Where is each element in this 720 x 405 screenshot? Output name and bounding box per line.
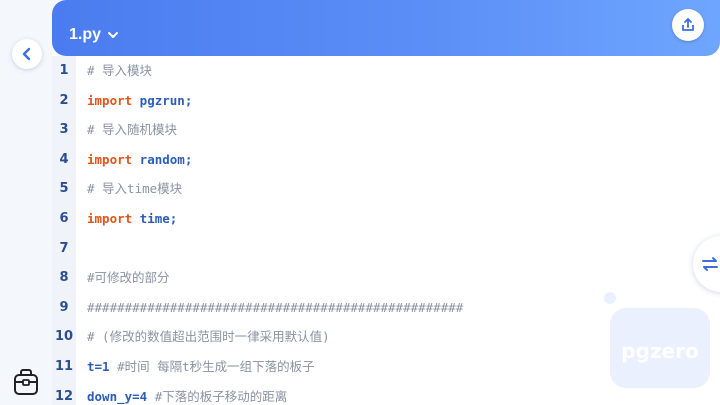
code-text: import pgzrun; (87, 89, 192, 113)
code-comment: # (修改的数值超出范围时一律采用默认值) (87, 329, 330, 345)
line-number: 10 (54, 329, 74, 345)
code-comment: #下落的板子移动的距离 (147, 388, 288, 404)
code-line[interactable]: 1 # 导入模块 (52, 59, 712, 83)
left-rail (0, 0, 52, 405)
editor-header: 1.py (52, 0, 720, 56)
chevron-left-icon (22, 47, 31, 61)
bag-button[interactable] (11, 366, 41, 398)
code-identifier: random; (132, 151, 193, 167)
code-text: # 导入time模块 (87, 177, 182, 201)
code-comment: #可修改的部分 (87, 270, 170, 286)
line-number: 3 (59, 122, 69, 138)
line-number: 4 (59, 151, 69, 167)
code-comment: # 导入模块 (87, 63, 153, 78)
code-text: import time; (87, 207, 177, 231)
file-name: 1.py (69, 26, 102, 43)
code-text: import random; (87, 148, 192, 172)
line-number: 12 (54, 388, 74, 404)
code-comment: #时间 每隔t秒生成一组下落的板子 (109, 359, 315, 374)
code-identifier: down_y=4 (87, 388, 148, 404)
code-text: down_y=4 #下落的板子移动的距离 (87, 385, 287, 405)
code-keyword: import (87, 211, 133, 226)
line-number: 1 (59, 63, 69, 78)
share-icon (682, 18, 694, 31)
line-number: 8 (59, 270, 69, 286)
line-number: 2 (59, 92, 69, 108)
swap-arrows-icon (702, 257, 718, 271)
code-comment: # 导入随机模块 (87, 122, 178, 138)
back-button[interactable] (12, 39, 42, 69)
code-line[interactable]: 8 #可修改的部分 (52, 266, 712, 290)
watermark-text: pgzero (621, 339, 698, 363)
line-number: 6 (59, 211, 69, 226)
file-selector[interactable]: 1.py (69, 24, 119, 46)
code-identifier: pgzrun; (132, 92, 193, 108)
code-line[interactable]: 2 import pgzrun; (52, 89, 712, 113)
line-number: 11 (54, 359, 74, 374)
code-text: t=1 #时间 每隔t秒生成一组下落的板子 (87, 355, 315, 379)
code-keyword: import (87, 92, 133, 108)
code-comment: # 导入time模块 (87, 181, 183, 197)
code-line[interactable]: 6 import time; (52, 207, 712, 231)
code-identifier: time; (132, 211, 178, 226)
code-line[interactable]: 3 # 导入随机模块 (52, 118, 712, 142)
code-identifier: t=1 (87, 359, 110, 374)
bag-icon (14, 369, 38, 395)
line-number: 7 (59, 240, 69, 256)
code-line[interactable]: 4 import random; (52, 148, 712, 172)
code-line[interactable]: 5 # 导入time模块 (52, 177, 712, 201)
code-editor: 1.py 1 # 导入模块 2 import pgzrun; 3 # 导入随机模块 4 imp… (52, 0, 720, 405)
line-number: 9 (59, 299, 69, 315)
code-keyword: import (87, 151, 133, 167)
pgzero-watermark: pgzero (604, 292, 710, 388)
code-line[interactable]: 7 (52, 237, 712, 261)
share-button[interactable] (672, 9, 704, 41)
code-text: ########################################… (87, 296, 463, 320)
code-text: # 导入随机模块 (87, 118, 177, 142)
line-number: 5 (59, 181, 69, 197)
code-text: # (修改的数值超出范围时一律采用默认值) (87, 325, 330, 349)
chevron-down-icon (108, 32, 119, 38)
code-comment: ########################################… (87, 299, 464, 315)
code-text: #可修改的部分 (87, 266, 170, 290)
code-text: # 导入模块 (87, 59, 152, 83)
